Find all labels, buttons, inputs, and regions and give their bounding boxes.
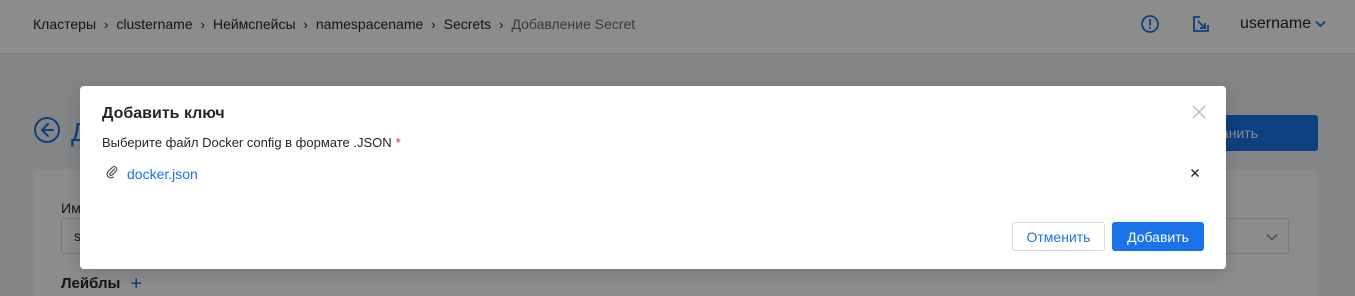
file-field-label-text: Выберите файл Docker config в формате .J… — [102, 135, 392, 150]
add-button[interactable]: Добавить — [1112, 222, 1204, 251]
file-field-label: Выберите файл Docker config в формате .J… — [102, 135, 401, 150]
uploaded-file-item: docker.json — [106, 164, 1202, 184]
file-name-link[interactable]: docker.json — [127, 166, 198, 182]
add-key-modal: Добавить ключ Выберите файл Docker confi… — [80, 86, 1226, 269]
cancel-button[interactable]: Отменить — [1012, 222, 1105, 251]
required-mark: * — [395, 135, 401, 150]
close-icon[interactable] — [1191, 104, 1207, 120]
paperclip-icon — [106, 165, 118, 184]
remove-file-icon[interactable] — [1188, 166, 1202, 180]
modal-title: Добавить ключ — [102, 105, 225, 122]
